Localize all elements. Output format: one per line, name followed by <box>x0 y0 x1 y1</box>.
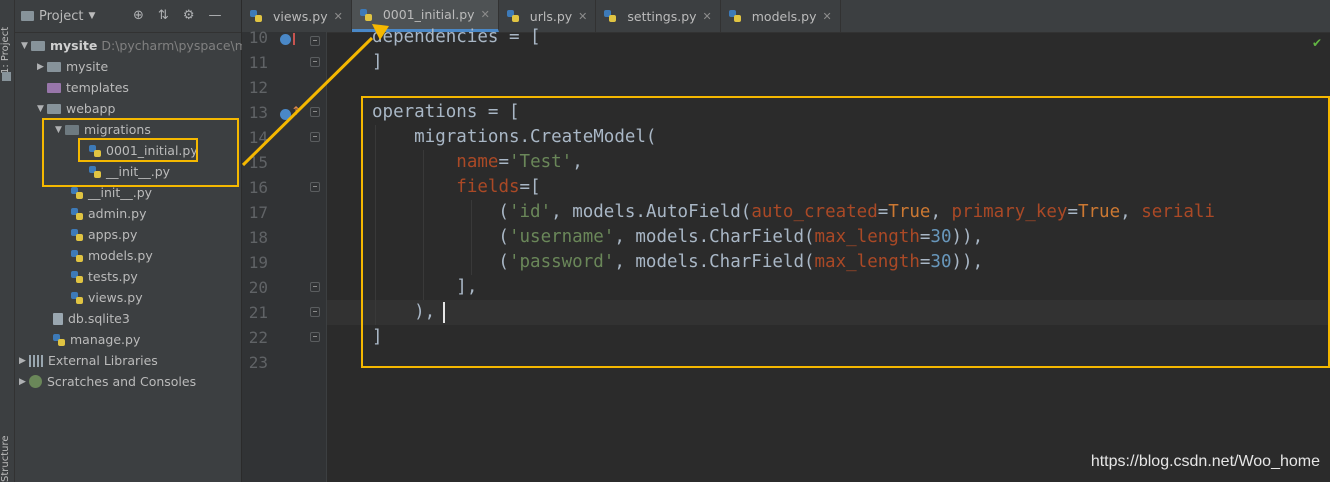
annotation-arrow <box>241 24 389 167</box>
watermark: https://blog.csdn.net/Woo_home <box>1090 453 1320 470</box>
